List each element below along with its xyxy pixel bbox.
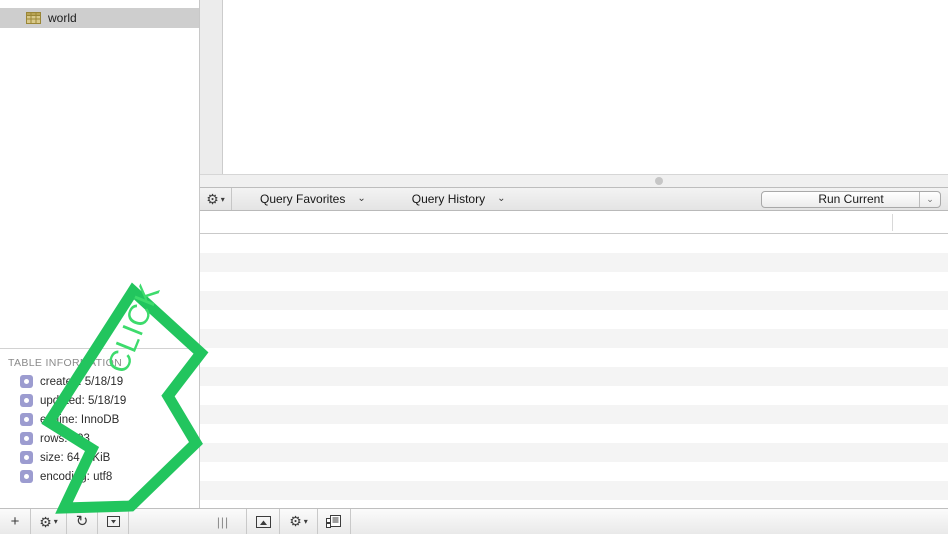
table-row[interactable] [200, 443, 948, 462]
results-toolbar-filler [350, 509, 948, 534]
refresh-tables-button[interactable]: ↻ [67, 509, 98, 534]
duplicate-row-button[interactable] [317, 509, 350, 534]
info-item-rows: rows: 193 [0, 429, 199, 448]
editor-text-area[interactable] [223, 0, 948, 174]
table-row[interactable] [200, 329, 948, 348]
table-row[interactable] [200, 367, 948, 386]
table-row[interactable] [200, 272, 948, 291]
splitter-grip-icon [655, 177, 663, 185]
table-row[interactable] [200, 310, 948, 329]
table-icon [26, 12, 41, 24]
editor-line-number-gutter [200, 0, 223, 174]
query-history-menu[interactable]: Query History ⌄ [404, 188, 514, 210]
query-history-label: Query History [411, 192, 486, 206]
gear-icon: ⚙ [39, 513, 52, 530]
table-row[interactable] [200, 424, 948, 443]
table-row[interactable] [200, 500, 948, 508]
main-panel: ⚙ ▾ Query Favorites ⌄ Query History ⌄ Ru… [200, 0, 948, 534]
resize-grip-icon[interactable]: ||| [200, 509, 246, 534]
bullet-icon [20, 375, 33, 388]
chevron-down-icon[interactable]: ⌄ [919, 191, 940, 207]
run-current-button[interactable]: Run Current ⌄ [761, 190, 941, 208]
duplicate-icon [326, 515, 341, 528]
image-export-icon [255, 515, 271, 528]
info-item-size: size: 64.0 KiB [0, 448, 199, 467]
results-table-header[interactable] [200, 212, 948, 234]
gear-icon: ⚙ [206, 190, 219, 207]
app-window: world TABLE INFORMATION created: 5/18/19… [0, 0, 948, 534]
query-toolbar: ⚙ ▾ Query Favorites ⌄ Query History ⌄ Ru… [200, 188, 948, 211]
table-list-item-world[interactable]: world [0, 8, 199, 28]
results-table[interactable] [200, 212, 948, 508]
table-row[interactable] [200, 291, 948, 310]
table-information-panel: TABLE INFORMATION created: 5/18/19 updat… [0, 348, 199, 508]
table-row[interactable] [200, 386, 948, 405]
info-item-label: updated: 5/18/19 [40, 394, 127, 407]
chevron-down-icon: ▾ [220, 194, 225, 204]
chevron-down-icon: ⌄ [497, 193, 506, 204]
info-item-label: engine: InnoDB [40, 413, 120, 426]
info-item-label: rows: 193 [40, 432, 90, 445]
sidebar-toolbar-filler [129, 509, 200, 534]
results-actions-button[interactable]: ⚙ ▾ [279, 509, 317, 534]
table-row[interactable] [200, 405, 948, 424]
info-item-engine: engine: InnoDB [0, 410, 199, 429]
query-favorites-menu[interactable]: Query Favorites ⌄ [252, 188, 374, 210]
table-information-header: TABLE INFORMATION [8, 357, 123, 369]
info-item-label: created: 5/18/19 [40, 375, 124, 388]
export-results-button[interactable] [246, 509, 279, 534]
table-row[interactable] [200, 234, 948, 253]
info-item-label: size: 64.0 KiB [40, 451, 111, 464]
bullet-icon [20, 470, 33, 483]
sidebar: world TABLE INFORMATION created: 5/18/19… [0, 0, 200, 534]
dropdown-box-icon [106, 516, 120, 527]
table-row[interactable] [200, 348, 948, 367]
table-list[interactable]: world [0, 0, 199, 348]
query-favorites-label: Query Favorites [260, 192, 346, 206]
table-row[interactable] [200, 481, 948, 500]
info-item-encoding: encoding: utf8 [0, 467, 199, 486]
table-row[interactable] [200, 462, 948, 481]
bullet-icon [20, 413, 33, 426]
sidebar-toolbar: + ⚙ ▾ ↻ [0, 508, 200, 534]
plus-icon: + [10, 513, 20, 530]
results-toolbar: ||| ⚙ ▾ [200, 508, 948, 534]
info-item-label: encoding: utf8 [40, 470, 113, 483]
column-divider[interactable] [892, 214, 893, 231]
run-current-label: Run Current [818, 192, 884, 206]
gear-icon: ⚙ [289, 513, 302, 529]
table-row[interactable] [200, 253, 948, 272]
filter-tables-button[interactable] [98, 509, 129, 534]
refresh-icon: ↻ [75, 513, 89, 530]
bullet-icon [20, 432, 33, 445]
table-list-item-label: world [48, 11, 77, 25]
info-item-created: created: 5/18/19 [0, 372, 199, 391]
chevron-down-icon: ▾ [303, 517, 308, 526]
chevron-down-icon: ▾ [53, 516, 58, 526]
editor-results-splitter[interactable] [200, 174, 948, 188]
chevron-down-icon: ⌄ [357, 193, 366, 204]
add-table-button[interactable]: + [0, 509, 31, 534]
sql-editor[interactable] [200, 0, 948, 174]
table-actions-button[interactable]: ⚙ ▾ [31, 509, 67, 534]
query-actions-button[interactable]: ⚙ ▾ [200, 188, 232, 210]
bullet-icon [20, 394, 33, 407]
bullet-icon [20, 451, 33, 464]
info-item-updated: updated: 5/18/19 [0, 391, 199, 410]
